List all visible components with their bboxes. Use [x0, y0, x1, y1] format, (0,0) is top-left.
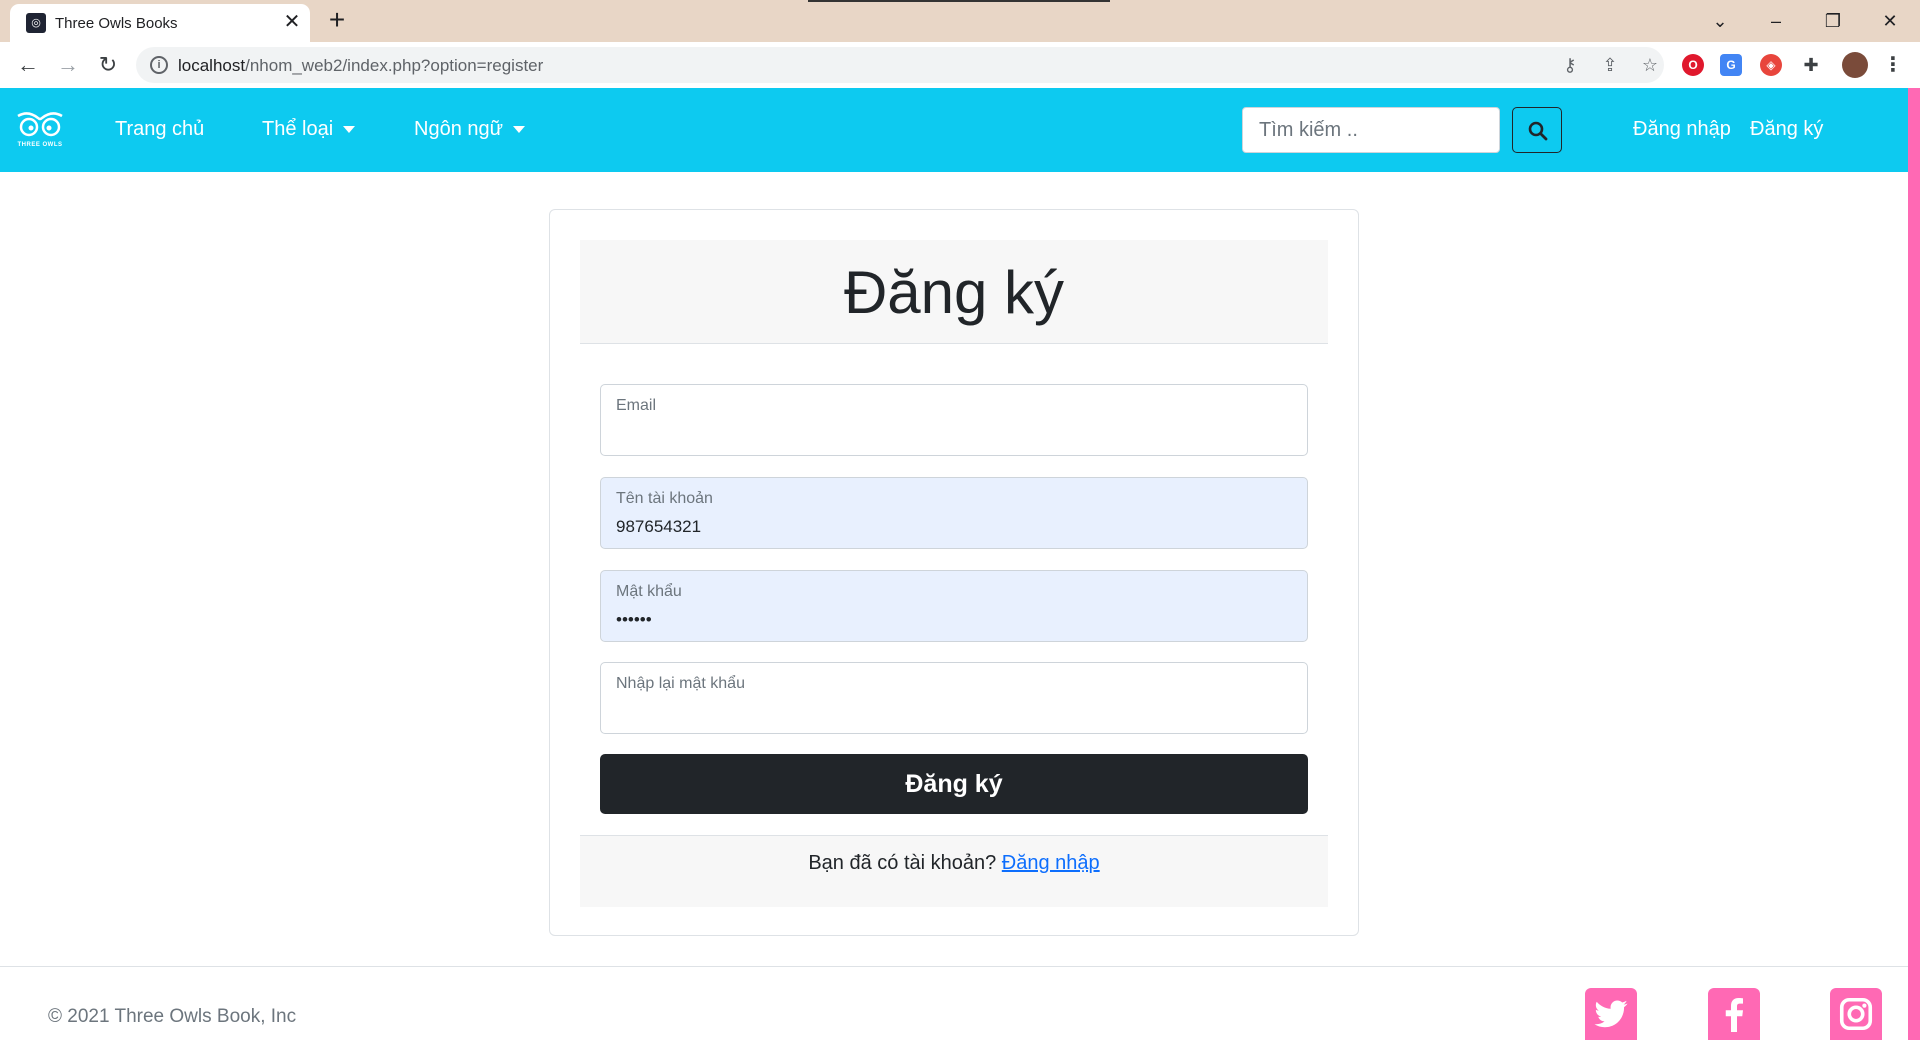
- shield-extension-icon[interactable]: ◈: [1760, 54, 1782, 76]
- instagram-icon: [1839, 997, 1873, 1031]
- username-field[interactable]: Tên tài khoản: [600, 477, 1308, 549]
- url-host: localhost: [178, 56, 246, 75]
- nav-login-link[interactable]: Đăng nhập: [1633, 118, 1731, 141]
- card-header: Đăng ký: [580, 240, 1328, 344]
- new-tab-icon[interactable]: +: [322, 6, 352, 36]
- confirm-password-label: Nhập lại mật khẩu: [616, 675, 745, 692]
- instagram-link[interactable]: [1830, 988, 1882, 1040]
- email-label: Email: [616, 397, 657, 414]
- share-icon[interactable]: ⇪: [1598, 53, 1622, 77]
- extensions-puzzle-icon[interactable]: ✚: [1800, 54, 1822, 76]
- confirm-password-input[interactable]: [616, 701, 1286, 723]
- site-navbar: THREE OWLS Trang chủ Thể loại Ngôn ngữ Đ…: [0, 88, 1908, 172]
- translate-extension-icon[interactable]: G: [1720, 54, 1742, 76]
- url-path: /nhom_web2/index.php?option=register: [245, 56, 544, 75]
- owl-favicon-icon: ◎: [26, 13, 46, 33]
- logo-text: THREE OWLS: [17, 142, 63, 148]
- twitter-link[interactable]: [1585, 988, 1637, 1040]
- password-label: Mật khẩu: [616, 583, 682, 600]
- email-input[interactable]: [616, 423, 1286, 445]
- register-card: Đăng ký Email Tên tài khoản Mật khẩu Nhậ…: [549, 209, 1359, 936]
- nav-category-label: Thể loại: [262, 118, 334, 140]
- window-edge: [808, 0, 1110, 2]
- nav-register-link[interactable]: Đăng ký: [1750, 118, 1823, 141]
- bookmark-star-icon[interactable]: ☆: [1638, 53, 1662, 77]
- card-footer: Bạn đã có tài khoản? Đăng nhập: [580, 835, 1328, 907]
- profile-avatar[interactable]: [1842, 52, 1868, 78]
- password-field[interactable]: Mật khẩu: [600, 570, 1308, 642]
- tab-title: Three Owls Books: [55, 15, 178, 32]
- password-input[interactable]: [616, 609, 1286, 631]
- browser-tab[interactable]: ◎ Three Owls Books ✕: [10, 4, 310, 42]
- nav-language-label: Ngôn ngữ: [414, 118, 504, 140]
- forward-icon[interactable]: →: [52, 49, 84, 81]
- address-bar[interactable]: i localhost/nhom_web2/index.php?option=r…: [136, 47, 1664, 83]
- username-label: Tên tài khoản: [616, 490, 713, 507]
- menu-kebab-icon[interactable]: ⋮: [1882, 54, 1904, 76]
- opera-extension-icon[interactable]: O: [1682, 54, 1704, 76]
- browser-tab-bar: ◎ Three Owls Books ✕ + ⌄ – ❐ ✕: [0, 0, 1920, 42]
- site-info-icon[interactable]: i: [150, 56, 168, 74]
- restore-icon[interactable]: ❐: [1813, 6, 1853, 36]
- facebook-icon: [1725, 997, 1743, 1032]
- key-icon[interactable]: ⚷: [1558, 53, 1582, 77]
- minimize-icon[interactable]: –: [1756, 6, 1796, 36]
- register-submit-button[interactable]: Đăng ký: [600, 754, 1308, 814]
- owl-eyes-icon: [17, 112, 63, 137]
- close-window-icon[interactable]: ✕: [1870, 6, 1910, 36]
- back-icon[interactable]: ←: [12, 49, 44, 81]
- search-icon: [1528, 121, 1548, 141]
- three-owls-logo[interactable]: THREE OWLS: [16, 108, 64, 154]
- nav-category-dropdown[interactable]: Thể loại: [262, 118, 356, 141]
- page-scrollbar[interactable]: [1908, 88, 1920, 1040]
- page-title: Đăng ký: [843, 259, 1065, 326]
- tab-search-icon[interactable]: ⌄: [1700, 6, 1740, 36]
- search-input[interactable]: [1242, 107, 1500, 153]
- copyright-text: © 2021 Three Owls Book, Inc: [48, 1006, 297, 1027]
- facebook-link[interactable]: [1708, 988, 1760, 1040]
- login-link[interactable]: Đăng nhập: [1002, 852, 1100, 874]
- nav-language-dropdown[interactable]: Ngôn ngữ: [414, 118, 526, 141]
- nav-home-link[interactable]: Trang chủ: [115, 118, 204, 141]
- confirm-password-field[interactable]: Nhập lại mật khẩu: [600, 662, 1308, 734]
- url-text[interactable]: localhost/nhom_web2/index.php?option=reg…: [178, 56, 543, 76]
- username-input[interactable]: [616, 516, 1286, 538]
- close-tab-icon[interactable]: ✕: [280, 10, 304, 34]
- caret-down-icon: [343, 126, 356, 134]
- email-field[interactable]: Email: [600, 384, 1308, 456]
- have-account-text: Bạn đã có tài khoản?: [808, 852, 997, 874]
- twitter-icon: [1594, 1000, 1628, 1028]
- search-button[interactable]: [1512, 107, 1562, 153]
- browser-toolbar: ← → ↻ i localhost/nhom_web2/index.php?op…: [0, 42, 1920, 88]
- footer-divider: [0, 966, 1908, 967]
- caret-down-icon: [513, 126, 526, 134]
- reload-icon[interactable]: ↻: [92, 49, 124, 81]
